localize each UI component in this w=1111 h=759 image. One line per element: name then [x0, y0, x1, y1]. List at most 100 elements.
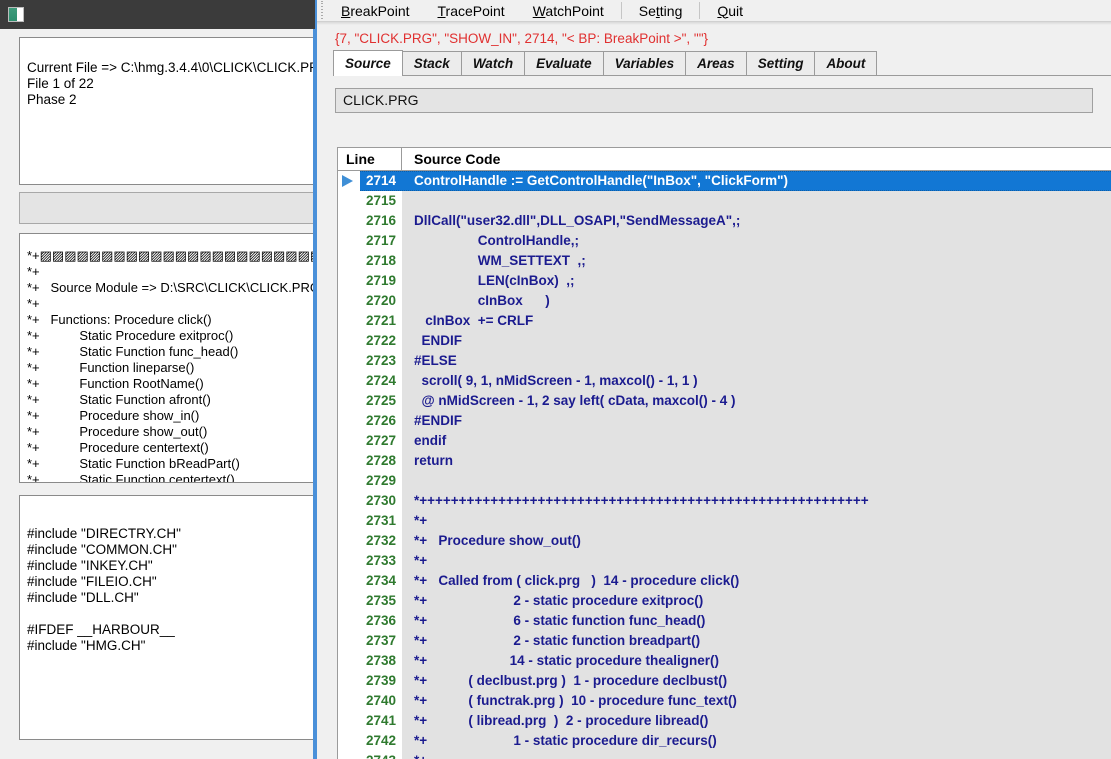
code-row[interactable]: 2735 *+ 2 - static procedure exitproc() — [338, 591, 1111, 611]
code-row[interactable]: 2729 — [338, 471, 1111, 491]
menu-item-tracepoint[interactable]: TracePoint — [424, 2, 519, 20]
row-marker-empty — [338, 191, 360, 211]
code-line-number: 2724 — [360, 371, 402, 391]
code-row[interactable]: 2730 *+++++++++++++++++++++++++++++++++++… — [338, 491, 1111, 511]
code-row[interactable]: 2728 return — [338, 451, 1111, 471]
code-line-text: ControlHandle,; — [414, 233, 580, 248]
row-marker-empty — [338, 331, 360, 351]
row-marker-empty — [338, 431, 360, 451]
code-row[interactable]: 2722 ENDIF — [338, 331, 1111, 351]
tab-about[interactable]: About — [814, 51, 878, 75]
background-window-titlebar — [0, 0, 330, 29]
code-line-number: 2739 — [360, 671, 402, 691]
code-row[interactable]: 2714 ControlHandle := GetControlHandle("I… — [338, 171, 1111, 191]
tab-areas[interactable]: Areas — [685, 51, 747, 75]
code-line-number: 2736 — [360, 611, 402, 631]
menu-item-breakpoint[interactable]: BreakPoint — [327, 2, 424, 20]
source-file-name-field[interactable]: CLICK.PRG — [335, 88, 1093, 113]
row-marker-empty — [338, 731, 360, 751]
code-row[interactable]: 2734 *+ Called from ( click.prg ) 14 - pr… — [338, 571, 1111, 591]
row-marker-empty — [338, 751, 360, 759]
row-marker-empty — [338, 531, 360, 551]
code-row[interactable]: 2742 *+ 1 - static procedure dir_recurs() — [338, 731, 1111, 751]
breakpoint-arrow-icon[interactable] — [338, 171, 360, 191]
code-line-number: 2721 — [360, 311, 402, 331]
code-line-text: DllCall("user32.dll",DLL_OSAPI,"SendMess… — [414, 213, 741, 228]
code-row[interactable]: 2736 *+ 6 - static function func_head() — [338, 611, 1111, 631]
code-row[interactable]: 2715 — [338, 191, 1111, 211]
code-row[interactable]: 2716 DllCall("user32.dll",DLL_OSAPI,"Send… — [338, 211, 1111, 231]
code-row[interactable]: 2718 WM_SETTEXT ,; — [338, 251, 1111, 271]
code-row[interactable]: 2721 cInBox += CRLF — [338, 311, 1111, 331]
code-line-number: 2740 — [360, 691, 402, 711]
code-row[interactable]: 2727 endif — [338, 431, 1111, 451]
breakpoint-arrow-glyph — [342, 175, 353, 187]
code-line-number: 2730 — [360, 491, 402, 511]
code-line-text: scroll( 9, 1, nMidScreen - 1, maxcol() -… — [414, 373, 698, 388]
code-row[interactable]: 2724 scroll( 9, 1, nMidScreen - 1, maxco… — [338, 371, 1111, 391]
code-line-number: 2714 — [360, 171, 402, 191]
row-marker-empty — [338, 551, 360, 571]
current-file-status-panel: Current File => C:\hmg.3.4.4\0\CLICK\CLI… — [19, 37, 315, 185]
code-line-number: 2717 — [360, 231, 402, 251]
code-row[interactable]: 2717 ControlHandle,; — [338, 231, 1111, 251]
code-line-text: cInBox += CRLF — [414, 313, 534, 328]
code-row[interactable]: 2720 cInBox ) — [338, 291, 1111, 311]
background-application-window: Current File => C:\hmg.3.4.4\0\CLICK\CLI… — [0, 0, 330, 759]
code-line-text: *+ ( functrak.prg ) 10 - procedure func_… — [414, 693, 737, 708]
row-marker-empty — [338, 291, 360, 311]
debugger-status-line: {7, "CLICK.PRG", "SHOW_IN", 2714, "< BP:… — [335, 31, 708, 46]
code-row[interactable]: 2726 #ENDIF — [338, 411, 1111, 431]
menu-item-quit[interactable]: Quit — [703, 2, 757, 20]
code-line-number: 2716 — [360, 211, 402, 231]
code-row[interactable]: 2731 *+ — [338, 511, 1111, 531]
row-marker-empty — [338, 611, 360, 631]
tab-stack[interactable]: Stack — [401, 51, 462, 75]
code-line-text — [402, 471, 1111, 491]
row-marker-empty — [338, 211, 360, 231]
code-line-text: #ELSE — [414, 353, 457, 368]
code-line-text: return — [414, 453, 454, 468]
code-line-text: #ENDIF — [414, 413, 463, 428]
code-row[interactable]: 2723 #ELSE — [338, 351, 1111, 371]
code-line-number: 2737 — [360, 631, 402, 651]
menu-item-setting[interactable]: Setting — [625, 2, 697, 20]
code-line-number: 2732 — [360, 531, 402, 551]
code-line-text: *+ — [414, 553, 428, 568]
row-marker-empty — [338, 351, 360, 371]
tabstrip-filler — [876, 51, 1111, 75]
row-marker-empty — [338, 371, 360, 391]
column-header-line: Line — [338, 148, 402, 171]
code-line-number: 2718 — [360, 251, 402, 271]
code-line-text: endif — [414, 433, 447, 448]
source-code-grid: Line Source Code 2714 ControlHandle := Ge… — [337, 147, 1111, 759]
source-code-grid-body: 2714 ControlHandle := GetControlHandle("I… — [338, 171, 1111, 759]
code-line-number: 2741 — [360, 711, 402, 731]
code-row[interactable]: 2739 *+ ( declbust.prg ) 1 - procedure de… — [338, 671, 1111, 691]
code-row[interactable]: 2725 @ nMidScreen - 1, 2 say left( cData… — [338, 391, 1111, 411]
row-marker-empty — [338, 671, 360, 691]
code-row[interactable]: 2738 *+ 14 - static procedure thealigner(… — [338, 651, 1111, 671]
menu-item-watchpoint[interactable]: WatchPoint — [519, 2, 618, 20]
code-row[interactable]: 2732 *+ Procedure show_out() — [338, 531, 1111, 551]
code-row[interactable]: 2737 *+ 2 - static function breadpart() — [338, 631, 1111, 651]
code-row[interactable]: 2719 LEN(cInBox) ,; — [338, 271, 1111, 291]
code-line-text: *+ — [414, 513, 428, 528]
row-marker-empty — [338, 631, 360, 651]
app-window-icon — [8, 7, 24, 22]
code-row[interactable]: 2733 *+ — [338, 551, 1111, 571]
code-line-text: *+ ( declbust.prg ) 1 - procedure declbu… — [414, 673, 728, 688]
code-line-text: LEN(cInBox) ,; — [414, 273, 575, 288]
code-row[interactable]: 2740 *+ ( functrak.prg ) 10 - procedure f… — [338, 691, 1111, 711]
code-line-number: 2723 — [360, 351, 402, 371]
code-row[interactable]: 2741 *+ ( libread.prg ) 2 - procedure lib… — [338, 711, 1111, 731]
tab-watch[interactable]: Watch — [460, 51, 526, 75]
code-row[interactable]: 2743*+ — [338, 751, 1111, 759]
row-marker-empty — [338, 231, 360, 251]
tab-variables[interactable]: Variables — [602, 51, 687, 75]
code-line-text: *+ — [402, 751, 1111, 759]
menu-gripper-handle[interactable] — [319, 0, 327, 21]
tab-evaluate[interactable]: Evaluate — [524, 51, 604, 75]
tab-source[interactable]: Source — [333, 50, 403, 76]
tab-setting[interactable]: Setting — [745, 51, 816, 75]
